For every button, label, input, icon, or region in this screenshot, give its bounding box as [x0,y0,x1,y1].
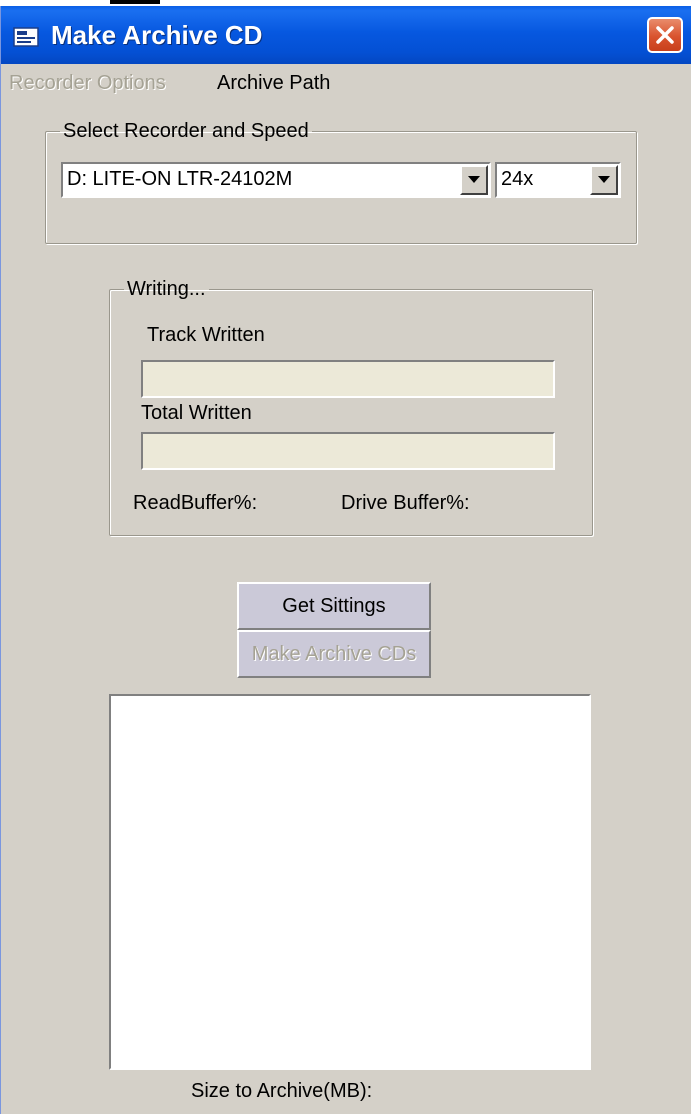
close-icon [656,26,674,44]
track-written-progress [141,360,555,398]
recorder-dropdown-button[interactable] [460,165,488,195]
make-archive-button[interactable]: Make Archive CDs [237,630,431,678]
cut-off-heading [110,0,160,4]
recorder-select[interactable]: D: LITE-ON LTR-24102M [61,162,491,198]
window-title: Make Archive CD [51,20,263,50]
track-written-label: Track Written [147,324,265,346]
chevron-down-icon [598,176,610,183]
title-bar[interactable]: Make Archive CD [1,6,691,64]
read-buffer-label: ReadBuffer%: [133,492,258,514]
get-settings-button[interactable]: Get Sittings [237,582,431,630]
total-written-label: Total Written [141,402,252,424]
menu-archive-path[interactable]: Archive Path [217,72,330,95]
archive-listbox[interactable] [109,694,591,1070]
close-button[interactable] [647,17,683,53]
recorder-value: D: LITE-ON LTR-24102M [67,168,293,190]
size-to-archive-label: Size to Archive(MB): [191,1080,373,1102]
menu-recorder-options[interactable]: Recorder Options [9,72,166,95]
speed-value: 24x [501,168,534,190]
speed-dropdown-button[interactable] [590,165,618,195]
total-written-progress [141,432,555,470]
drive-buffer-label: Drive Buffer%: [341,492,470,514]
app-window: Make Archive CD Recorder Options Archive… [0,6,691,1114]
app-icon [13,26,41,48]
recorder-speed-legend: Select Recorder and Speed [63,120,309,142]
chevron-down-icon [468,176,480,183]
menu-bar: Recorder Options Archive Path [1,64,691,104]
speed-select[interactable]: 24x [495,162,621,198]
writing-legend: Writing... [127,278,206,300]
